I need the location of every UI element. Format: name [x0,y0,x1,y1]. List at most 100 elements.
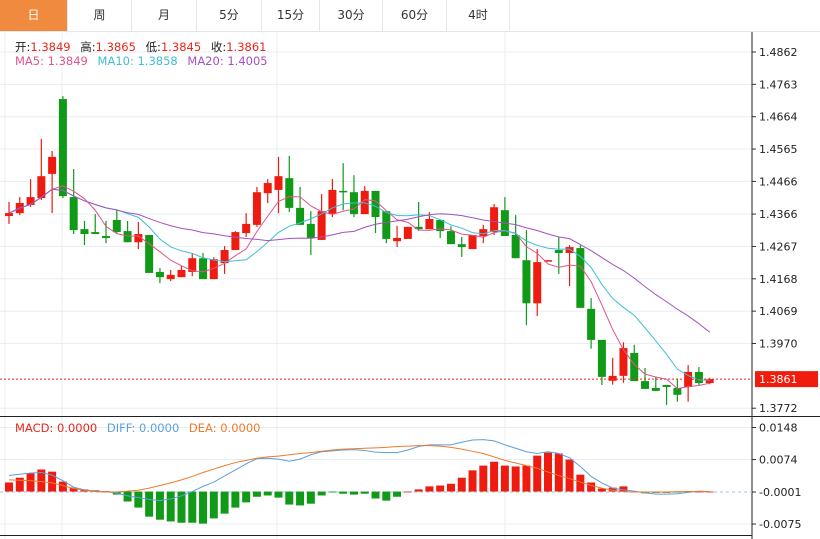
candle-down [145,235,154,273]
candle-down [587,308,596,340]
macd-bar [393,491,402,497]
low-label: 低: [145,40,161,54]
dea-legend-value: DEA: 0.0000 [188,421,261,435]
open-value: 1.3849 [30,40,71,54]
close-label: 收: [210,40,227,54]
candle-up [490,207,499,233]
price-tick-label: 1.4565 [759,143,798,156]
tab-60min[interactable]: 60分 [383,0,447,31]
tab-4hour[interactable]: 4时 [447,0,510,31]
candle-up [26,197,35,205]
macd-bar [199,491,208,524]
tab-month[interactable]: 月 [132,0,197,31]
ohlc-legend: 开:1.3849 高:1.3865 低:1.3845 收:1.3861 [15,39,272,55]
candle-up [252,192,261,225]
macd-bar [155,491,164,520]
macd-bar [371,491,380,499]
diff-legend-value: DIFF: 0.0000 [106,421,180,435]
high-label: 高: [80,40,96,54]
candle-up [263,183,272,194]
macd-bar [500,465,509,492]
macd-bar [274,491,283,498]
macd-bar [145,491,154,517]
macd-bar [414,489,423,492]
candle-down [554,250,563,253]
low-value: 1.3845 [160,40,202,54]
close-value: 1.3861 [226,40,267,54]
candle-down [522,260,531,304]
candle-up [48,156,57,174]
macd-bar [446,483,455,492]
macd-legend: MACD: 0.0000 DIFF: 0.0000 DEA: 0.0000 [15,421,266,435]
candle-up [328,189,337,215]
price-tick-label: 1.4466 [759,175,798,188]
macd-bar [533,455,542,492]
candle-down [662,385,671,387]
candle-up [468,235,477,250]
candle-up [5,213,13,217]
price-tick-label: 1.4069 [759,305,798,318]
price-tick-label: 1.4862 [759,46,798,59]
macd-bar [220,491,229,514]
macd-bar [360,491,369,494]
dea-line [8,445,710,493]
macd-bar [242,491,251,503]
ma10-legend: MA10: 1.3858 [97,54,178,68]
candle-down [199,258,208,280]
candle-up [274,176,283,190]
macd-bar [231,491,240,508]
candle-down [641,381,650,389]
tab-day[interactable]: 日 [0,0,68,31]
macd-bar [5,482,13,492]
macd-bar [587,482,596,492]
candle-down [651,387,660,391]
candle-down [69,197,78,231]
macd-bar [296,491,305,506]
candle-up [393,237,402,242]
price-tick-label: 1.4366 [759,208,798,221]
tab-week[interactable]: 周 [68,0,132,31]
candle-down [58,99,67,197]
candle-up [565,247,574,253]
macd-bar [349,491,358,495]
macd-bar [554,453,563,492]
macd-bar [306,491,315,504]
candle-down [80,229,89,235]
macd-bar [166,491,175,522]
macd-tick-label: -0.0001 [759,486,801,499]
period-tabs: 日 周 月 5分 15分 30分 60分 4时 [0,0,820,32]
macd-bar [425,486,434,492]
tab-5min[interactable]: 5分 [197,0,262,31]
macd-bar [317,491,326,496]
candle-down [457,244,466,248]
ma-legend: MA5: 1.3849 MA10: 1.3858 MA20: 1.4005 [15,54,274,68]
macd-bar [285,491,294,505]
macd-bar [511,466,520,492]
ma20-legend: MA20: 1.4005 [187,54,268,68]
macd-bar [134,491,143,508]
macd-bar [188,491,197,523]
tab-30min[interactable]: 30分 [320,0,383,31]
price-tick-label: 1.4267 [759,240,798,253]
macd-bar [565,459,574,492]
candle-up [231,232,240,251]
tab-15min[interactable]: 15分 [262,0,320,31]
macd-bar [339,491,348,494]
candle-up [619,348,628,376]
macd-legend-value: MACD: 0.0000 [15,421,98,435]
chart-canvas: 1.4862 1.4763 1.4664 1.4565 1.4466 1.4366 1.42… [0,31,820,539]
macd-tick-label: 0.0074 [759,454,798,467]
macd-tick-label: 0.0148 [759,421,798,434]
macd-bar [436,485,445,492]
open-label: 开: [15,40,31,54]
high-value: 1.3865 [95,40,136,54]
macd-bar [468,470,477,492]
candle-up [166,274,175,280]
candle-up [177,269,186,278]
macd-bar [252,491,261,497]
macd-bar [328,491,337,493]
price-tick-label: 1.4664 [759,111,798,124]
macd-bar [26,473,35,492]
candle-down [597,339,606,377]
candle-up [403,226,412,239]
